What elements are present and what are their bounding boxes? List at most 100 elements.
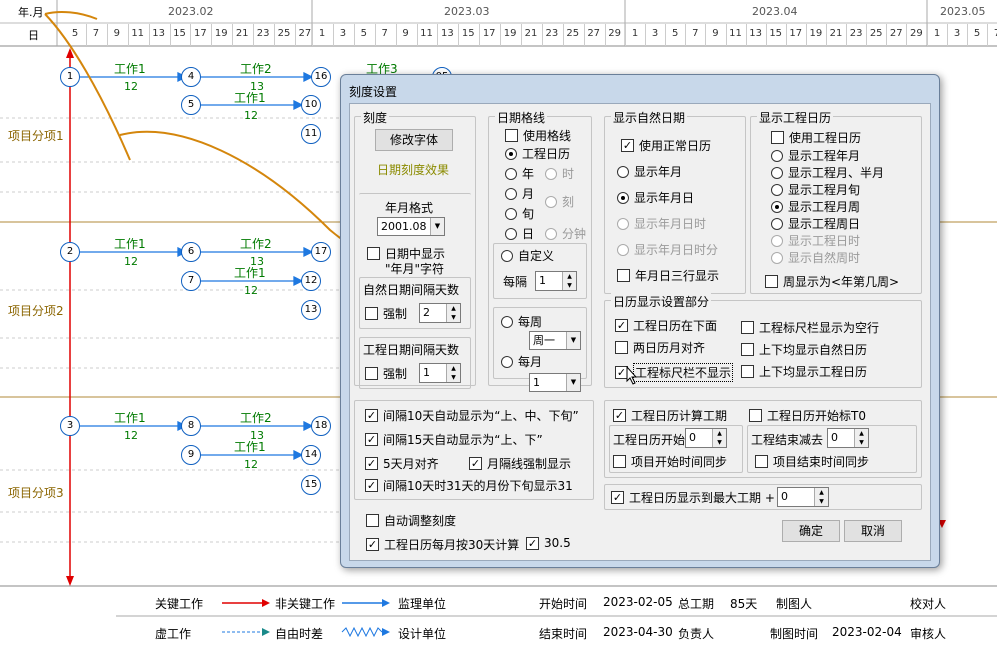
checkbox-box[interactable]: ✓ bbox=[469, 457, 482, 470]
radio-dot[interactable] bbox=[771, 234, 783, 247]
xun-radio[interactable]: 旬 bbox=[505, 205, 534, 222]
ym-format-select[interactable]: 2001.08 ▼ bbox=[377, 217, 445, 236]
radio-dot[interactable] bbox=[501, 249, 513, 262]
radio-dot[interactable] bbox=[505, 167, 517, 180]
month-radio[interactable]: 月 bbox=[505, 185, 534, 202]
show-ym-radio[interactable]: 显示年月 bbox=[617, 163, 682, 180]
auto-adjust-checkbox[interactable]: 自动调整刻度 bbox=[366, 512, 456, 529]
monthly-radio[interactable]: 每月 bbox=[501, 353, 542, 370]
checkbox-box[interactable] bbox=[367, 247, 380, 260]
show-day-hour-radio[interactable]: 显示工程日时 bbox=[771, 232, 860, 249]
checkbox-box[interactable] bbox=[741, 365, 754, 378]
weekday-select[interactable]: 周一 ▼ bbox=[529, 331, 581, 350]
show-half-radio[interactable]: 显示工程月、半月 bbox=[771, 164, 884, 181]
spin-arrows-icon[interactable]: ▲ ▼ bbox=[814, 488, 828, 506]
week-as-checkbox[interactable]: 周显示为<年第几周> bbox=[765, 273, 899, 290]
node[interactable]: 5 bbox=[181, 95, 201, 115]
checkbox-box[interactable] bbox=[365, 307, 378, 320]
ok-button[interactable]: 确定 bbox=[782, 520, 840, 542]
checkbox-box[interactable] bbox=[505, 129, 518, 142]
spin-arrows-icon[interactable]: ▲ ▼ bbox=[562, 272, 576, 290]
dropdown-arrow-icon[interactable]: ▼ bbox=[430, 218, 444, 235]
checkbox-box[interactable]: ✓ bbox=[621, 139, 634, 152]
radio-dot[interactable] bbox=[501, 315, 513, 328]
radio-dot[interactable] bbox=[505, 227, 517, 240]
end-reduce-spinner[interactable]: 0 ▲ ▼ bbox=[827, 428, 869, 448]
node[interactable]: 8 bbox=[181, 416, 201, 436]
show-natural-week-radio[interactable]: 显示自然周时 bbox=[771, 249, 860, 266]
spin-arrows-icon[interactable]: ▲ ▼ bbox=[446, 304, 460, 322]
node[interactable]: 4 bbox=[181, 67, 201, 87]
radio-dot[interactable] bbox=[545, 195, 557, 208]
checkbox-box[interactable]: ✓ bbox=[613, 409, 626, 422]
scale-settings-dialog[interactable]: 刻度设置 刻度 修改字体 日期刻度效果 年月格式 2001.08 ▼ 日期中显示 … bbox=[340, 74, 940, 568]
show-xun-radio[interactable]: 显示工程月旬 bbox=[771, 181, 860, 198]
year-radio[interactable]: 年 bbox=[505, 165, 534, 182]
radio-dot[interactable] bbox=[617, 165, 629, 178]
checkbox-box[interactable]: ✓ bbox=[365, 479, 378, 492]
node[interactable]: 3 bbox=[60, 416, 80, 436]
checkbox-box[interactable] bbox=[366, 514, 379, 527]
work-interval-spinner[interactable]: 1 ▲ ▼ bbox=[419, 363, 461, 383]
minute-radio[interactable]: 分钟 bbox=[545, 225, 586, 242]
radio-dot[interactable] bbox=[771, 149, 783, 162]
spin-arrows-icon[interactable]: ▲ ▼ bbox=[854, 429, 868, 447]
five-day-checkbox[interactable]: ✓ 5天月对齐 bbox=[365, 455, 439, 472]
node[interactable]: 15 bbox=[301, 475, 321, 495]
checkbox-box[interactable]: ✓ bbox=[365, 409, 378, 422]
monthday-select[interactable]: 1 ▼ bbox=[529, 373, 581, 392]
node[interactable]: 14 bbox=[301, 445, 321, 465]
node[interactable]: 18 bbox=[311, 416, 331, 436]
radio-dot[interactable] bbox=[505, 187, 517, 200]
work-both-checkbox[interactable]: 上下均显示工程日历 bbox=[741, 363, 867, 380]
checkbox-box[interactable] bbox=[615, 341, 628, 354]
month30-value-checkbox[interactable]: ✓ 30.5 bbox=[526, 536, 571, 550]
checkbox-box[interactable] bbox=[365, 367, 378, 380]
show-ymd-radio[interactable]: 显示年月日 bbox=[617, 189, 694, 206]
checkbox-box[interactable] bbox=[741, 321, 754, 334]
use-normal-checkbox[interactable]: ✓ 使用正常日历 bbox=[621, 137, 711, 154]
natural-interval-spinner[interactable]: 2 ▲ ▼ bbox=[419, 303, 461, 323]
auto-10day-checkbox[interactable]: ✓ 间隔10天自动显示为“上、中、下旬” bbox=[365, 407, 579, 424]
two-align-checkbox[interactable]: 两日历月对齐 bbox=[615, 339, 705, 356]
weekly-radio[interactable]: 每周 bbox=[501, 313, 542, 330]
work-cal-radio[interactable]: 工程日历 bbox=[505, 145, 570, 162]
every-spinner[interactable]: 1 ▲ ▼ bbox=[535, 271, 577, 291]
radio-dot[interactable] bbox=[545, 227, 557, 240]
radio-dot[interactable] bbox=[771, 183, 783, 196]
spin-arrows-icon[interactable]: ▲ ▼ bbox=[446, 364, 460, 382]
radio-dot[interactable] bbox=[545, 167, 557, 180]
node[interactable]: 16 bbox=[311, 67, 331, 87]
day31-checkbox[interactable]: ✓ 间隔10天时31天的月份下旬显示31 bbox=[365, 477, 573, 494]
hour-radio[interactable]: 时 bbox=[545, 165, 574, 182]
radio-dot[interactable] bbox=[617, 191, 629, 204]
radio-dot[interactable] bbox=[771, 217, 783, 230]
three-rows-checkbox[interactable]: 年月日三行显示 bbox=[617, 267, 719, 284]
checkbox-box[interactable]: ✓ bbox=[366, 538, 379, 551]
radio-dot[interactable] bbox=[505, 207, 517, 220]
auto-15day-checkbox[interactable]: ✓ 间隔15天自动显示为“上、下” bbox=[365, 431, 543, 448]
show-max-checkbox[interactable]: ✓ 工程日历显示到最大工期 + bbox=[611, 489, 775, 506]
node[interactable]: 13 bbox=[301, 300, 321, 320]
node[interactable]: 6 bbox=[181, 242, 201, 262]
radio-dot[interactable] bbox=[617, 243, 629, 256]
checkbox-box[interactable] bbox=[617, 269, 630, 282]
show-ymdh-radio[interactable]: 显示年月日时 bbox=[617, 215, 706, 232]
start-t0-checkbox[interactable]: 工程日历开始标T0 bbox=[749, 407, 866, 424]
ruler-empty-checkbox[interactable]: 工程标尺栏显示为空行 bbox=[741, 319, 879, 336]
checkbox-box[interactable]: ✓ bbox=[365, 433, 378, 446]
month30-checkbox[interactable]: ✓ 工程日历每月按30天计算 bbox=[366, 536, 519, 553]
sync-start-checkbox[interactable]: 项目开始时间同步 bbox=[613, 453, 727, 470]
show-week-radio[interactable]: 显示工程月周 bbox=[771, 198, 860, 215]
checkbox-box[interactable]: ✓ bbox=[526, 536, 539, 550]
checkbox-box[interactable]: ✓ bbox=[611, 491, 624, 504]
use-grid-checkbox[interactable]: 使用格线 bbox=[505, 127, 571, 144]
show-ymdhm-radio[interactable]: 显示年月日时分 bbox=[617, 241, 718, 258]
radio-dot[interactable] bbox=[505, 147, 517, 160]
radio-dot[interactable] bbox=[771, 251, 783, 264]
radio-dot[interactable] bbox=[771, 200, 783, 213]
natural-both-checkbox[interactable]: 上下均显示自然日历 bbox=[741, 341, 867, 358]
show-weekday-radio[interactable]: 显示工程周日 bbox=[771, 215, 860, 232]
checkbox-box[interactable]: ✓ bbox=[365, 457, 378, 470]
checkbox-box[interactable] bbox=[765, 275, 778, 288]
